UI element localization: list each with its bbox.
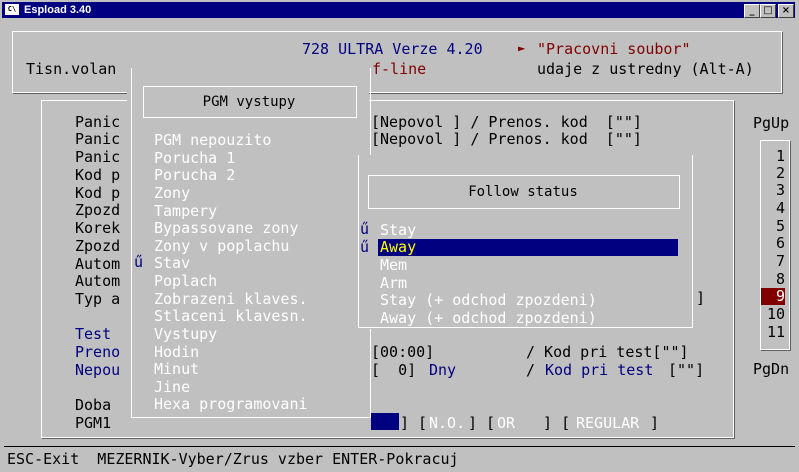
- pgm1-flag-bracket: ] [: [468, 414, 496, 432]
- close-button[interactable]: ×: [778, 4, 794, 18]
- version-label: 728 ULTRA Verze 4.20: [302, 40, 483, 58]
- page-number[interactable]: 6: [761, 235, 785, 252]
- app-icon[interactable]: C\: [5, 4, 19, 15]
- typ-bracket: ]: [696, 289, 706, 307]
- nepou-code-label: Kod pri test: [545, 361, 654, 379]
- page-number[interactable]: 3: [761, 182, 785, 199]
- menu-item[interactable]: Bypassovane zony: [154, 220, 299, 237]
- param-label: Autom: [75, 272, 121, 290]
- title-bar[interactable]: C\ Espload 3.40 _ □ ×: [2, 2, 795, 18]
- pgm1-flag-or[interactable]: OR: [497, 415, 533, 432]
- check-marker-icon: ű: [360, 220, 370, 238]
- follow-item[interactable]: Arm: [380, 275, 407, 292]
- follow-status-title: Follow status: [468, 184, 578, 200]
- param-label: Panic: [75, 113, 121, 131]
- param-label: Panic: [75, 148, 121, 166]
- menu-item[interactable]: Zony v poplachu: [154, 238, 289, 255]
- work-file-label: "Pracovni soubor": [537, 40, 691, 58]
- selection-highlight: [378, 239, 678, 256]
- days-field[interactable]: [ 0]: [371, 362, 416, 379]
- page-number[interactable]: 7: [761, 253, 785, 270]
- menu-item[interactable]: Tampery: [154, 203, 217, 220]
- arrow-icon: ►: [518, 41, 526, 55]
- pgm1-flag-regular[interactable]: REGULAR: [576, 415, 639, 432]
- follow-item[interactable]: Mem: [380, 257, 407, 274]
- page-number-selected[interactable]: 9: [761, 288, 785, 305]
- param-label-prenos: Preno: [75, 343, 121, 361]
- follow-item[interactable]: Stay (+ odchod zpozdeni): [380, 292, 597, 309]
- window-title: Espload 3.40: [24, 4, 92, 16]
- param-label-doba: Doba: [75, 396, 112, 414]
- pgm1-value-field[interactable]: [371, 413, 399, 430]
- pgm-menu: PGM vystupy ű PGM nepouzito Porucha 1 Po…: [127, 68, 371, 419]
- pgm1-flag-bracket: ]: [650, 414, 660, 432]
- pgm1-flag-bracket: ] [: [534, 414, 571, 432]
- menu-item-marked[interactable]: Stav: [154, 255, 190, 272]
- param-label: Korek: [75, 219, 121, 237]
- menu-item[interactable]: Zony: [154, 185, 190, 202]
- app-window: C\ Espload 3.40 _ □ × 728 ULTRA Verze 4.…: [0, 0, 799, 472]
- menu-item[interactable]: Minut: [154, 361, 199, 378]
- offline-label: f-line: [372, 60, 427, 78]
- nepou-code-field[interactable]: [""]: [668, 362, 704, 379]
- status-bar-text: ESC-Exit MEZERNIK-Vyber/Zrus vzber ENTER…: [7, 450, 459, 468]
- pgm-menu-title: PGM vystupy: [202, 94, 296, 110]
- pgdn-button[interactable]: PgDn: [753, 361, 789, 378]
- page-number[interactable]: 8: [761, 271, 785, 288]
- test-time-field[interactable]: [00:00]: [371, 344, 434, 361]
- follow-item[interactable]: Stay: [380, 222, 416, 239]
- param-label: Typ a: [75, 290, 121, 308]
- data-source-label[interactable]: udaje z ustredny (Alt-A): [537, 61, 754, 78]
- param-label-nepou: Nepou: [75, 361, 121, 379]
- param-label: Panic: [75, 130, 121, 148]
- page-number[interactable]: 5: [761, 218, 785, 235]
- menu-item[interactable]: PGM nepouzito: [154, 132, 271, 149]
- follow-item-selected[interactable]: Away: [380, 239, 416, 256]
- menu-item[interactable]: Poplach: [154, 273, 217, 290]
- header-left-label: Tisn.volan: [26, 60, 117, 78]
- panic-value-2[interactable]: [Nepovol ] / Prenos. kod [""]: [371, 131, 642, 148]
- param-label: Kod p: [75, 184, 121, 202]
- param-label: Autom: [75, 255, 121, 273]
- panic-value-1[interactable]: [Nepovol ] / Prenos. kod [""]: [371, 114, 642, 131]
- param-label: Kod p: [75, 166, 121, 184]
- menu-item[interactable]: Porucha 1: [154, 150, 235, 167]
- page-number[interactable]: 2: [761, 165, 785, 182]
- status-bar: ESC-Exit MEZERNIK-Vyber/Zrus vzber ENTER…: [4, 446, 795, 471]
- maximize-button[interactable]: □: [760, 4, 776, 18]
- follow-item[interactable]: Away (+ odchod zpozdeni): [380, 310, 597, 327]
- page-number[interactable]: 4: [761, 200, 785, 217]
- menu-item[interactable]: Hexa programovani: [154, 396, 308, 413]
- check-marker-icon: ű: [360, 238, 370, 256]
- menu-item[interactable]: Jine: [154, 379, 190, 396]
- menu-item[interactable]: Zobrazeni klaves.: [154, 291, 308, 308]
- pgup-button[interactable]: PgUp: [753, 115, 789, 132]
- param-label-test: Test: [75, 325, 112, 343]
- param-label-pgm1: PGM1: [75, 414, 112, 432]
- param-label: Zpozd: [75, 201, 121, 219]
- page-number[interactable]: 10: [761, 306, 785, 323]
- pgm1-flag-no[interactable]: N.O.: [429, 415, 465, 432]
- page-number[interactable]: 1: [761, 148, 785, 165]
- dos-screen: 728 ULTRA Verze 4.20 ► "Pracovni soubor"…: [4, 21, 795, 470]
- page-number[interactable]: 11: [761, 324, 785, 341]
- test-code-field[interactable]: / Kod pri test[""]: [526, 344, 689, 361]
- menu-item[interactable]: Stlaceni klavesn.: [154, 308, 308, 325]
- days-unit: Dny: [429, 361, 457, 379]
- menu-item[interactable]: Hodin: [154, 344, 199, 361]
- minimize-button[interactable]: _: [744, 4, 760, 18]
- pgm1-flag-bracket: ] [: [400, 414, 428, 432]
- menu-item[interactable]: Vystupy: [154, 326, 217, 343]
- nepou-slash: /: [526, 361, 536, 379]
- menu-item[interactable]: Porucha 2: [154, 167, 235, 184]
- follow-status-popup: Follow status ű ű Stay Away Mem Arm Stay…: [356, 155, 694, 329]
- param-label: Zpozd: [75, 237, 121, 255]
- check-marker-icon: ű: [134, 253, 144, 271]
